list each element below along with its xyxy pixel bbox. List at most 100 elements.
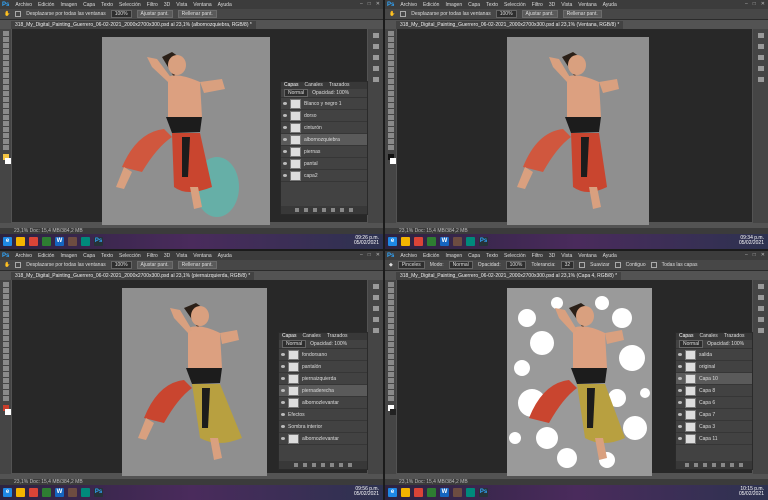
menu-filtro[interactable]: Filtro bbox=[532, 253, 543, 259]
visibility-eye-icon[interactable] bbox=[678, 425, 682, 428]
document-canvas[interactable] bbox=[102, 37, 270, 225]
color-panel-icon[interactable] bbox=[757, 295, 764, 300]
maximize-icon[interactable]: □ bbox=[753, 1, 756, 7]
opacity-field[interactable]: 100% bbox=[505, 261, 527, 269]
blur-tool-icon[interactable] bbox=[387, 103, 394, 108]
lasso-tool-icon[interactable] bbox=[2, 294, 9, 299]
wand-tool-icon[interactable] bbox=[387, 300, 394, 305]
visibility-eye-icon[interactable] bbox=[281, 377, 285, 380]
app-icon[interactable] bbox=[81, 237, 90, 246]
brush-tool-icon[interactable] bbox=[387, 324, 394, 329]
menu-capa[interactable]: Capa bbox=[468, 253, 480, 259]
eraser-tool-icon[interactable] bbox=[387, 91, 394, 96]
menu-edicion[interactable]: Edición bbox=[38, 253, 54, 259]
stamp-tool-icon[interactable] bbox=[2, 330, 9, 335]
fill-source-select[interactable]: Pinceles bbox=[397, 261, 425, 269]
app-icon[interactable] bbox=[466, 488, 475, 497]
dodge-tool-icon[interactable] bbox=[387, 109, 394, 114]
gradient-tool-icon[interactable] bbox=[387, 348, 394, 353]
blur-tool-icon[interactable] bbox=[2, 103, 9, 108]
document-tab[interactable]: 318_My_Digital_Painting_Guerrero_06-02-2… bbox=[396, 21, 624, 29]
layer-row[interactable]: Capa 7 bbox=[676, 409, 752, 421]
menu-ayuda[interactable]: Ayuda bbox=[603, 253, 617, 259]
menu-archivo[interactable]: Archivo bbox=[400, 253, 417, 259]
mode-select[interactable]: Normal bbox=[448, 261, 473, 269]
app-icon[interactable] bbox=[453, 488, 462, 497]
move-tool-icon[interactable] bbox=[387, 31, 394, 36]
brush-tool-icon[interactable] bbox=[2, 73, 9, 78]
excel-icon[interactable] bbox=[42, 488, 51, 497]
layer-row[interactable]: Capa 8 bbox=[676, 385, 752, 397]
menu-ventana[interactable]: Ventana bbox=[578, 253, 596, 259]
start-icon[interactable]: e bbox=[388, 237, 397, 246]
layer-row[interactable]: piernas bbox=[281, 146, 367, 158]
swatches-panel-icon[interactable] bbox=[372, 55, 379, 60]
menu-texto[interactable]: Texto bbox=[486, 253, 498, 259]
fx-icon[interactable] bbox=[694, 463, 698, 467]
visibility-eye-icon[interactable] bbox=[281, 365, 285, 368]
menu-3d[interactable]: 3D bbox=[164, 2, 170, 8]
trash-icon[interactable] bbox=[348, 463, 352, 467]
path-select-icon[interactable] bbox=[2, 378, 9, 383]
layer-row[interactable]: pantalón bbox=[279, 361, 367, 373]
menu-capa[interactable]: Capa bbox=[83, 253, 95, 259]
shape-tool-icon[interactable] bbox=[387, 384, 394, 389]
menu-ventana[interactable]: Ventana bbox=[578, 2, 596, 8]
layer-row[interactable]: dorso bbox=[281, 110, 367, 122]
app-icon[interactable] bbox=[81, 488, 90, 497]
wand-tool-icon[interactable] bbox=[2, 49, 9, 54]
pen-tool-icon[interactable] bbox=[387, 366, 394, 371]
stamp-tool-icon[interactable] bbox=[2, 79, 9, 84]
menu-imagen[interactable]: Imagen bbox=[60, 2, 77, 8]
swatches-panel-icon[interactable] bbox=[757, 55, 764, 60]
menu-archivo[interactable]: Archivo bbox=[400, 2, 417, 8]
chrome-icon[interactable] bbox=[414, 488, 423, 497]
start-icon[interactable]: e bbox=[3, 237, 12, 246]
app-icon[interactable] bbox=[68, 488, 77, 497]
visibility-eye-icon[interactable] bbox=[281, 353, 285, 356]
folder-icon[interactable] bbox=[721, 463, 725, 467]
layer-row[interactable]: pantal bbox=[281, 158, 367, 170]
swatches-panel-icon[interactable] bbox=[372, 306, 379, 311]
menu-capa[interactable]: Capa bbox=[83, 2, 95, 8]
folder-icon[interactable] bbox=[330, 463, 334, 467]
menu-filtro[interactable]: Filtro bbox=[147, 253, 158, 259]
tab-capas[interactable]: Capas bbox=[679, 333, 693, 340]
visibility-eye-icon[interactable] bbox=[281, 425, 285, 428]
adjustments-panel-icon[interactable] bbox=[372, 317, 379, 322]
fill-screen-button[interactable]: Rellenar pant. bbox=[562, 10, 602, 18]
visibility-eye-icon[interactable] bbox=[281, 389, 285, 392]
tab-trazados[interactable]: Trazados bbox=[327, 333, 348, 340]
antialias-checkbox[interactable] bbox=[579, 262, 586, 268]
new-layer-icon[interactable] bbox=[730, 463, 734, 467]
adjustments-panel-icon[interactable] bbox=[372, 66, 379, 71]
app-icon[interactable] bbox=[68, 237, 77, 246]
shape-tool-icon[interactable] bbox=[2, 133, 9, 138]
app-icon[interactable] bbox=[453, 237, 462, 246]
layer-row[interactable]: piernaizquierda bbox=[279, 373, 367, 385]
fill-screen-button[interactable]: Rellenar pant. bbox=[177, 261, 217, 269]
menu-seleccion[interactable]: Selección bbox=[119, 2, 141, 8]
visibility-eye-icon[interactable] bbox=[283, 138, 287, 141]
type-tool-icon[interactable] bbox=[2, 372, 9, 377]
excel-icon[interactable] bbox=[42, 237, 51, 246]
layer-effects-row[interactable]: Efectos bbox=[279, 409, 367, 421]
tab-trazados[interactable]: Trazados bbox=[724, 333, 745, 340]
zoom-tool-icon[interactable] bbox=[2, 396, 9, 401]
menu-archivo[interactable]: Archivo bbox=[15, 2, 32, 8]
zoom-field[interactable]: 100% bbox=[495, 10, 517, 18]
dodge-tool-icon[interactable] bbox=[387, 360, 394, 365]
wand-tool-icon[interactable] bbox=[2, 300, 9, 305]
visibility-eye-icon[interactable] bbox=[678, 389, 682, 392]
visibility-eye-icon[interactable] bbox=[283, 102, 287, 105]
excel-icon[interactable] bbox=[427, 237, 436, 246]
folder-icon[interactable] bbox=[331, 208, 335, 212]
stamp-tool-icon[interactable] bbox=[387, 330, 394, 335]
contiguous-checkbox[interactable] bbox=[614, 262, 621, 268]
menu-texto[interactable]: Texto bbox=[486, 2, 498, 8]
menu-seleccion[interactable]: Selección bbox=[119, 253, 141, 259]
path-select-icon[interactable] bbox=[2, 127, 9, 132]
eraser-tool-icon[interactable] bbox=[2, 342, 9, 347]
crop-tool-icon[interactable] bbox=[2, 306, 9, 311]
visibility-eye-icon[interactable] bbox=[678, 413, 682, 416]
